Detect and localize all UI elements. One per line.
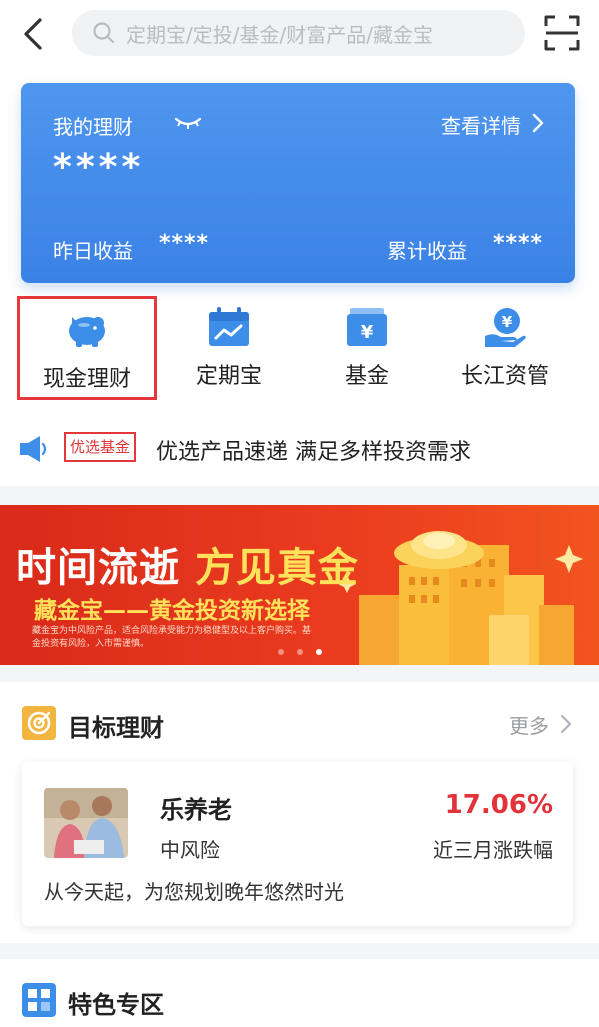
notice-tag: 优选基金	[64, 432, 137, 462]
product-risk-level: 中风险	[160, 838, 220, 862]
notice-bar[interactable]: 优选基金 优选产品速递 满足多样投资需求	[0, 414, 599, 484]
product-card[interactable]: 乐养老 中风险 17.06% 近三月涨跌幅 从今天起，为您规划晚年悠然时光	[22, 762, 573, 926]
entry-changjiang-asset[interactable]: ¥ 长江资管	[435, 296, 575, 400]
notice-text: 优选产品速递 满足多样投资需求	[156, 440, 471, 465]
view-details-link[interactable]: 查看详情	[441, 110, 521, 139]
search-icon	[93, 22, 115, 44]
banner-page-dot-active[interactable]	[316, 649, 322, 655]
balance-masked: ****	[53, 147, 145, 188]
banner-subline: 藏金宝——黄金投资新选择	[34, 598, 310, 624]
target-icon	[22, 706, 56, 740]
speaker-icon	[20, 436, 47, 462]
scan-button[interactable]	[543, 14, 581, 52]
banner-page-dot[interactable]	[278, 649, 284, 655]
entry-label: 定期宝	[195, 364, 262, 389]
search-placeholder: 定期宝/定投/基金/财富产品/藏金宝	[126, 22, 433, 47]
entry-fund[interactable]: ¥ 基金	[297, 296, 437, 400]
divider	[0, 943, 599, 959]
product-name: 乐养老	[160, 796, 232, 824]
yuan-box-icon: ¥	[347, 308, 387, 346]
featured-section-header: 特色专区	[0, 965, 599, 1027]
scan-icon	[544, 15, 580, 51]
my-finance-card[interactable]: 我的理财 查看详情 **** 昨日收益 **** 累计收益 ****	[21, 83, 575, 283]
entry-cash-finance[interactable]: 现金理财	[17, 296, 157, 400]
search-input[interactable]: 定期宝/定投/基金/财富产品/藏金宝	[72, 10, 525, 56]
back-button[interactable]	[18, 14, 50, 54]
chevron-right-icon[interactable]	[559, 713, 573, 735]
chevron-left-icon	[24, 18, 42, 50]
grid-icon	[22, 983, 56, 1017]
entry-label: 长江资管	[460, 364, 549, 389]
entry-label: 基金	[344, 364, 389, 389]
svg-text:¥: ¥	[361, 322, 374, 343]
top-bar: 定期宝/定投/基金/财富产品/藏金宝	[0, 0, 599, 70]
promo-banner[interactable]: 时间流逝 方见真金 藏金宝——黄金投资新选择 藏金宝为中风险产品，适合风险承受能…	[0, 505, 599, 665]
divider	[0, 665, 599, 682]
more-link[interactable]: 更多	[509, 710, 549, 739]
banner-headline-part2: 方见真金	[194, 545, 359, 591]
calendar-icon	[209, 307, 249, 346]
yesterday-earnings-label: 昨日收益	[53, 239, 133, 263]
target-finance-header: 目标理财 更多	[0, 688, 599, 758]
section-title: 目标理财	[68, 714, 164, 742]
banner-page-dot[interactable]	[297, 649, 303, 655]
yuan-hand-icon: ¥	[485, 308, 526, 347]
product-return-rate: 17.06%	[444, 790, 553, 820]
card-title: 我的理财	[53, 115, 133, 139]
total-earnings-value: ****	[493, 231, 544, 256]
eye-closed-icon[interactable]	[173, 115, 203, 131]
banner-headline-part1: 时间流逝	[16, 545, 180, 591]
chevron-right-icon	[532, 113, 544, 133]
product-description: 从今天起，为您规划晚年悠然时光	[44, 880, 344, 904]
banner-disclaimer: 藏金宝为中风险产品，适合风险承受能力为稳健型及以上客户购买。基金投资有风险，入市…	[32, 626, 312, 649]
divider	[0, 486, 599, 505]
product-photo	[44, 788, 128, 858]
entry-label: 现金理财	[42, 367, 131, 392]
yesterday-earnings-value: ****	[159, 231, 210, 256]
svg-text:¥: ¥	[502, 313, 513, 331]
entry-fixed-term[interactable]: 定期宝	[159, 296, 299, 400]
gold-buildings-illustration	[339, 531, 583, 665]
banner-headline: 时间流逝 方见真金	[16, 535, 359, 593]
piggy-bank-icon	[69, 317, 105, 347]
total-earnings-label: 累计收益	[387, 239, 467, 263]
section-title: 特色专区	[68, 991, 164, 1019]
product-return-label: 近三月涨跌幅	[433, 838, 553, 862]
quick-entry-grid: 现金理财 定期宝 ¥ 基金 ¥ 长江资管	[0, 296, 599, 404]
